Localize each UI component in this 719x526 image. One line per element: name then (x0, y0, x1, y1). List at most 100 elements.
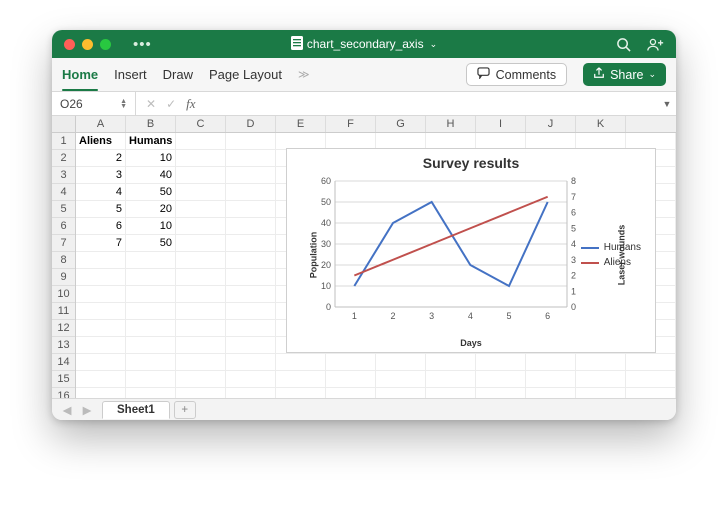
empty-cell[interactable] (176, 388, 226, 398)
empty-cell[interactable] (626, 371, 676, 388)
cell-a1[interactable]: Aliens (76, 133, 126, 150)
col-header[interactable]: D (226, 116, 276, 132)
empty-cell[interactable] (176, 218, 226, 235)
empty-cell[interactable] (426, 354, 476, 371)
row-header[interactable]: 4 (52, 184, 75, 201)
formula-expand-icon[interactable]: ▼ (658, 99, 676, 109)
cell-b2[interactable]: 10 (126, 150, 176, 167)
empty-cell[interactable] (576, 371, 626, 388)
cells-area[interactable]: Aliens Humans 2 10 3 40 4 50 5 20 6 10 7… (76, 133, 676, 398)
close-icon[interactable] (64, 39, 75, 50)
maximize-icon[interactable] (100, 39, 111, 50)
empty-cell[interactable] (276, 371, 326, 388)
col-header[interactable]: H (426, 116, 476, 132)
cell-a3[interactable]: 3 (76, 167, 126, 184)
col-header[interactable]: E (276, 116, 326, 132)
row-header[interactable]: 8 (52, 252, 75, 269)
tab-draw[interactable]: Draw (163, 67, 193, 82)
sheet-tab[interactable]: Sheet1 (102, 401, 170, 419)
empty-cell[interactable] (126, 354, 176, 371)
empty-cell[interactable] (176, 371, 226, 388)
empty-cell[interactable] (226, 235, 276, 252)
comments-button[interactable]: Comments (466, 63, 567, 86)
empty-cell[interactable] (226, 218, 276, 235)
empty-cell[interactable] (576, 354, 626, 371)
empty-cell[interactable] (426, 388, 476, 398)
row-header[interactable]: 16 (52, 388, 75, 398)
empty-cell[interactable] (226, 337, 276, 354)
empty-cell[interactable] (176, 201, 226, 218)
empty-cell[interactable] (126, 337, 176, 354)
empty-cell[interactable] (176, 167, 226, 184)
empty-cell[interactable] (76, 252, 126, 269)
empty-cell[interactable] (226, 354, 276, 371)
formula-input[interactable] (206, 92, 658, 115)
empty-cell[interactable] (176, 354, 226, 371)
empty-cell[interactable] (476, 371, 526, 388)
empty-cell[interactable] (526, 388, 576, 398)
empty-cell[interactable] (176, 133, 226, 150)
spreadsheet-grid[interactable]: A B C D E F G H I J K 123456789101112131… (52, 116, 676, 398)
select-all-corner[interactable] (52, 116, 76, 132)
empty-cell[interactable] (176, 184, 226, 201)
row-header[interactable]: 14 (52, 354, 75, 371)
empty-cell[interactable] (76, 388, 126, 398)
col-header[interactable]: I (476, 116, 526, 132)
empty-cell[interactable] (126, 388, 176, 398)
empty-cell[interactable] (226, 150, 276, 167)
cell-b1[interactable]: Humans (126, 133, 176, 150)
cell-a2[interactable]: 2 (76, 150, 126, 167)
empty-cell[interactable] (326, 354, 376, 371)
empty-cell[interactable] (226, 371, 276, 388)
empty-cell[interactable] (476, 388, 526, 398)
accept-formula-icon[interactable]: ✓ (166, 97, 176, 111)
empty-cell[interactable] (576, 388, 626, 398)
embedded-chart[interactable]: Survey results Population Laser wounds 0… (286, 148, 656, 353)
row-header[interactable]: 13 (52, 337, 75, 354)
empty-cell[interactable] (626, 388, 676, 398)
tab-home[interactable]: Home (62, 67, 98, 82)
empty-cell[interactable] (376, 388, 426, 398)
cell-a7[interactable]: 7 (76, 235, 126, 252)
empty-cell[interactable] (176, 303, 226, 320)
empty-cell[interactable] (226, 184, 276, 201)
empty-cell[interactable] (76, 371, 126, 388)
empty-cell[interactable] (226, 133, 276, 150)
col-header[interactable]: C (176, 116, 226, 132)
empty-cell[interactable] (126, 320, 176, 337)
empty-cell[interactable] (226, 201, 276, 218)
empty-cell[interactable] (376, 354, 426, 371)
row-header[interactable]: 6 (52, 218, 75, 235)
empty-cell[interactable] (76, 337, 126, 354)
next-sheet-icon[interactable]: ▶ (78, 401, 96, 419)
empty-cell[interactable] (276, 388, 326, 398)
empty-cell[interactable] (276, 354, 326, 371)
empty-cell[interactable] (176, 286, 226, 303)
cell-a5[interactable]: 5 (76, 201, 126, 218)
cancel-formula-icon[interactable]: ✕ (146, 97, 156, 111)
cell-b7[interactable]: 50 (126, 235, 176, 252)
ribbon-overflow-icon[interactable]: ≫ (298, 68, 310, 81)
empty-cell[interactable] (76, 303, 126, 320)
fx-icon[interactable]: fx (186, 96, 195, 112)
empty-cell[interactable] (176, 252, 226, 269)
cell-b6[interactable]: 10 (126, 218, 176, 235)
minimize-icon[interactable] (82, 39, 93, 50)
name-box-stepper-icon[interactable]: ▲▼ (120, 99, 127, 109)
empty-cell[interactable] (176, 269, 226, 286)
empty-cell[interactable] (226, 320, 276, 337)
row-header[interactable]: 11 (52, 303, 75, 320)
cell-a6[interactable]: 6 (76, 218, 126, 235)
row-header[interactable]: 3 (52, 167, 75, 184)
empty-cell[interactable] (376, 371, 426, 388)
row-header[interactable]: 5 (52, 201, 75, 218)
empty-cell[interactable] (226, 269, 276, 286)
empty-cell[interactable] (526, 354, 576, 371)
empty-cell[interactable] (176, 150, 226, 167)
empty-cell[interactable] (226, 303, 276, 320)
add-sheet-button[interactable]: + (174, 401, 196, 419)
cell-a4[interactable]: 4 (76, 184, 126, 201)
row-header[interactable]: 9 (52, 269, 75, 286)
empty-cell[interactable] (176, 235, 226, 252)
prev-sheet-icon[interactable]: ◀ (58, 401, 76, 419)
